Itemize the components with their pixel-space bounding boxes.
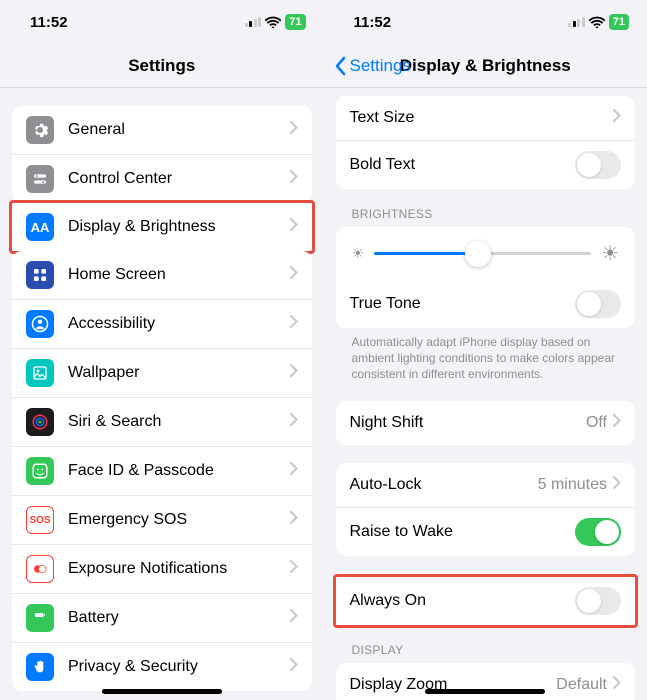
display-header: Display: [324, 625, 647, 663]
always-on-highlight: Always On: [333, 574, 639, 628]
exposure-icon: [26, 555, 54, 583]
battery-icon: [26, 604, 54, 632]
chevron-right-icon: [290, 364, 298, 382]
always-on-toggle[interactable]: [575, 587, 621, 615]
row-label: Siri & Search: [68, 413, 290, 431]
row-label: Face ID & Passcode: [68, 462, 290, 480]
settings-row-battery[interactable]: Battery: [12, 593, 312, 642]
settings-row-face-id-passcode[interactable]: Face ID & Passcode: [12, 446, 312, 495]
nav-bar: Settings: [0, 44, 324, 88]
raise-to-wake-row: Raise to Wake: [336, 507, 636, 556]
person-icon: [26, 310, 54, 338]
sos-icon: SOS: [26, 506, 54, 534]
status-time: 11:52: [342, 14, 392, 31]
row-label: Exposure Notifications: [68, 560, 290, 578]
row-label: Privacy & Security: [68, 658, 290, 676]
settings-row-display-brightness[interactable]: AA Display & Brightness: [12, 203, 312, 251]
status-time: 11:52: [18, 14, 68, 31]
chevron-right-icon: [290, 560, 298, 578]
nav-bar: Settings Display & Brightness: [324, 44, 647, 88]
row-label: Control Center: [68, 170, 290, 188]
nav-title: Settings: [128, 56, 195, 76]
chevron-right-icon: [290, 170, 298, 188]
chevron-right-icon: [290, 462, 298, 480]
settings-row-emergency-sos[interactable]: SOS Emergency SOS: [12, 495, 312, 544]
text-size-row[interactable]: Text Size: [336, 96, 636, 140]
chevron-right-icon: [290, 511, 298, 529]
cellular-signal-icon: [568, 17, 585, 27]
back-button[interactable]: Settings: [334, 56, 411, 76]
switches-icon: [26, 165, 54, 193]
nav-title: Display & Brightness: [400, 56, 571, 76]
chevron-right-icon: [290, 413, 298, 431]
chevron-right-icon: [290, 121, 298, 139]
row-label: Display & Brightness: [68, 218, 290, 236]
settings-root-screen: 11:52 71 Settings General Control Center A…: [0, 0, 324, 700]
raise-to-wake-toggle[interactable]: [575, 518, 621, 546]
settings-row-siri-search[interactable]: Siri & Search: [12, 397, 312, 446]
face-icon: [26, 457, 54, 485]
status-bar: 11:52 71: [324, 0, 647, 44]
wifi-icon: [265, 16, 281, 28]
chevron-right-icon: [613, 476, 621, 494]
home-indicator[interactable]: [425, 689, 545, 694]
chevron-right-icon: [290, 266, 298, 284]
display-brightness-highlight: AA Display & Brightness: [9, 200, 315, 254]
hand-icon: [26, 653, 54, 681]
display-brightness-screen: 11:52 71 Settings Display & Brightness T…: [324, 0, 647, 700]
row-label: Accessibility: [68, 315, 290, 333]
brightness-header: Brightness: [324, 189, 647, 227]
brightness-slider[interactable]: [374, 252, 591, 255]
row-label: Battery: [68, 609, 290, 627]
chevron-right-icon: [613, 109, 621, 127]
bold-text-toggle[interactable]: [575, 151, 621, 179]
bold-text-row: Bold Text: [336, 140, 636, 189]
settings-list[interactable]: General Control Center AA Display & Brightn…: [0, 88, 324, 700]
battery-icon: 71: [285, 14, 305, 30]
chevron-right-icon: [290, 315, 298, 333]
settings-row-general[interactable]: General: [12, 106, 312, 154]
row-label: Emergency SOS: [68, 511, 290, 529]
settings-row-privacy-security[interactable]: Privacy & Security: [12, 642, 312, 691]
wallpaper-icon: [26, 359, 54, 387]
brightness-slider-row: ☀ ☀: [336, 227, 636, 280]
auto-lock-row[interactable]: Auto-Lock 5 minutes: [336, 463, 636, 507]
true-tone-footer: Automatically adapt iPhone display based…: [324, 328, 647, 383]
battery-icon: 71: [609, 14, 629, 30]
settings-row-control-center[interactable]: Control Center: [12, 154, 312, 203]
sun-max-icon: ☀: [601, 241, 619, 266]
chevron-right-icon: [290, 658, 298, 676]
settings-row-home-screen[interactable]: Home Screen: [12, 251, 312, 299]
settings-row-wallpaper[interactable]: Wallpaper: [12, 348, 312, 397]
chevron-right-icon: [613, 676, 621, 694]
wifi-icon: [589, 16, 605, 28]
settings-row-exposure-notifications[interactable]: Exposure Notifications: [12, 544, 312, 593]
row-label: Wallpaper: [68, 364, 290, 382]
always-on-row: Always On: [336, 577, 636, 625]
aa-icon: AA: [26, 213, 54, 241]
home-indicator[interactable]: [102, 689, 222, 694]
display-zoom-row[interactable]: Display Zoom Default: [336, 663, 636, 700]
siri-icon: [26, 408, 54, 436]
back-label: Settings: [350, 56, 411, 76]
display-settings-list[interactable]: Text Size Bold Text Brightness ☀ ☀ True …: [324, 88, 647, 700]
cellular-signal-icon: [245, 17, 262, 27]
chevron-right-icon: [290, 609, 298, 627]
sun-min-icon: ☀: [352, 245, 365, 262]
true-tone-row: True Tone: [336, 280, 636, 328]
chevron-right-icon: [290, 218, 298, 236]
row-label: General: [68, 121, 290, 139]
status-bar: 11:52 71: [0, 0, 324, 44]
true-tone-toggle[interactable]: [575, 290, 621, 318]
settings-row-accessibility[interactable]: Accessibility: [12, 299, 312, 348]
night-shift-row[interactable]: Night Shift Off: [336, 401, 636, 445]
grid-icon: [26, 261, 54, 289]
chevron-right-icon: [613, 414, 621, 432]
gear-icon: [26, 116, 54, 144]
row-label: Home Screen: [68, 266, 290, 284]
